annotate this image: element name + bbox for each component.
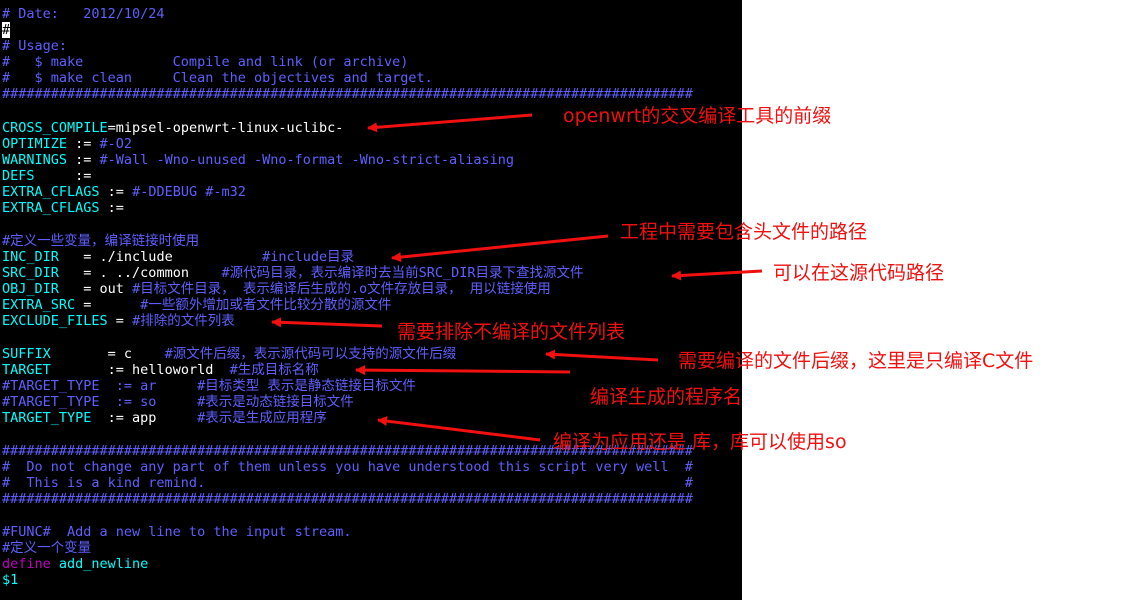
code-comment: # Usage: xyxy=(2,38,68,54)
code-comment: #-Wall -Wno-unused -Wno-format -Wno-stri… xyxy=(99,152,515,168)
code-comment: # Date: 2012/10/24 xyxy=(2,6,165,22)
code-line: EXTRA_CFLAGS := xyxy=(2,200,124,216)
code-comment: #源代码目录，表示编译时去当前SRC_DIR目录下查找源文件 xyxy=(221,265,584,281)
code-comment: ########################################… xyxy=(2,491,693,507)
code-comment: # $ make Compile and link (or archive) xyxy=(2,54,409,70)
code-comment: #源文件后缀，表示源代码可以支持的源文件后缀 xyxy=(164,346,457,362)
code-comment: # $ make clean Clean the objectives and … xyxy=(2,70,433,86)
code-line: EXCLUDE_FILES = #排除的文件列表 xyxy=(2,313,235,329)
code-line: # xyxy=(2,22,11,38)
code-variable: $1 xyxy=(2,572,19,588)
code-line: TARGET_TYPE := app #表示是生成应用程序 xyxy=(2,410,327,426)
code-text: = out xyxy=(58,281,133,297)
code-line: DEFS := xyxy=(2,168,91,184)
code-keyword: define xyxy=(2,556,51,572)
code-variable: DEFS xyxy=(2,168,35,184)
code-variable: OBJ_DIR xyxy=(2,281,59,297)
code-comment: #-O2 xyxy=(99,136,133,152)
ann-target-type: 编译为应用还是 库，库可以使用so xyxy=(553,431,847,453)
code-variable: add_newline xyxy=(50,556,149,572)
code-variable: TARGET xyxy=(2,362,51,378)
code-variable: TARGET_TYPE xyxy=(2,410,92,426)
ann-exclude-files: 需要排除不编译的文件列表 xyxy=(397,321,626,343)
terminal-window[interactable]: # Date: 2012/10/24 # # Usage: # $ make Comp… xyxy=(0,0,742,600)
code-comment: #表示是生成应用程序 xyxy=(197,410,327,426)
code-variable: EXCLUDE_FILES xyxy=(2,313,108,329)
code-line: SUFFIX = c #源文件后缀，表示源代码可以支持的源文件后缀 xyxy=(2,346,456,362)
code-comment: #include目录 xyxy=(262,249,355,265)
code-text: = c xyxy=(50,346,165,362)
code-line: $1 xyxy=(2,572,18,588)
code-line: SRC_DIR = . ../common #源代码目录，表示编译时去当前SRC… xyxy=(2,265,584,281)
code-variable: EXTRA_CFLAGS xyxy=(2,184,100,200)
code-line: define add_newline xyxy=(2,556,148,572)
code-comment: # This is a kind remind. # xyxy=(2,475,693,491)
ann-include-path: 工程中需要包含头文件的路径 xyxy=(620,221,868,243)
ann-source-path: 可以在这源代码路径 xyxy=(773,262,945,284)
code-comment: #FUNC# Add a new line to the input strea… xyxy=(2,524,352,540)
code-variable: WARNINGS xyxy=(2,152,68,168)
code-line: #TARGET_TYPE := ar #目标类型 表示是静态链接目标文件 xyxy=(2,378,416,394)
code-variable: SRC_DIR xyxy=(2,265,59,281)
code-line: CROSS_COMPILE=mipsel-openwrt-linux-uclib… xyxy=(2,120,343,136)
ann-suffix: 需要编译的文件后缀，这里是只编译C文件 xyxy=(678,350,1034,372)
code-line: WARNINGS := #-Wall -Wno-unused -Wno-form… xyxy=(2,152,514,168)
text-cursor: # xyxy=(2,22,11,38)
code-line: # This is a kind remind. # xyxy=(2,475,693,491)
code-line: INC_DIR = ./include #include目录 xyxy=(2,249,354,265)
ann-target-name: 编译生成的程序名 xyxy=(590,386,743,408)
code-line: # Usage: xyxy=(2,38,67,54)
code-line: ########################################… xyxy=(2,491,693,507)
code-comment: #排除的文件列表 xyxy=(132,313,235,329)
code-line: OBJ_DIR = out #目标文件目录， 表示编译后生成的.o文件存放目录，… xyxy=(2,281,551,297)
code-line: # Date: 2012/10/24 xyxy=(2,6,165,22)
code-comment: # Do not change any part of them unless … xyxy=(2,459,693,475)
code-line: EXTRA_CFLAGS := #-DDEBUG #-m32 xyxy=(2,184,246,200)
ann-cross-compile: openwrt的交叉编译工具的前缀 xyxy=(563,105,832,127)
code-line: OPTIMIZE := #-O2 xyxy=(2,136,132,152)
code-text: =mipsel-openwrt-linux-uclibc- xyxy=(107,120,344,136)
code-comment: ########################################… xyxy=(2,86,693,102)
code-line: ########################################… xyxy=(2,86,693,102)
code-text: := helloworld xyxy=(50,362,230,378)
code-line: # $ make clean Clean the objectives and … xyxy=(2,70,433,86)
code-comment: #生成目标名称 xyxy=(229,362,319,378)
code-text: := xyxy=(99,200,124,216)
code-comment: #定义一些变量，编译链接时使用 xyxy=(2,233,200,249)
code-variable: SUFFIX xyxy=(2,346,51,362)
code-comment: #定义一个变量 xyxy=(2,540,92,556)
code-comment: #目标文件目录， 表示编译后生成的.o文件存放目录， 用以链接使用 xyxy=(132,281,551,297)
code-text: = xyxy=(75,297,141,313)
code-line: TARGET := helloworld #生成目标名称 xyxy=(2,362,319,378)
code-variable: INC_DIR xyxy=(2,249,59,265)
code-variable: EXTRA_SRC xyxy=(2,297,76,313)
code-line: #TARGET_TYPE := so #表示是动态链接目标文件 xyxy=(2,394,354,410)
code-text: := xyxy=(99,184,133,200)
code-line: EXTRA_SRC = #一些额外增加或者文件比较分散的源文件 xyxy=(2,297,391,313)
code-text: := xyxy=(34,168,92,184)
code-text: := xyxy=(67,152,100,168)
code-variable: EXTRA_CFLAGS xyxy=(2,200,100,216)
code-text: = xyxy=(107,313,133,329)
code-text: = ./include xyxy=(58,249,263,265)
code-line: #定义一个变量 xyxy=(2,540,91,556)
code-line: #定义一些变量，编译链接时使用 xyxy=(2,233,199,249)
code-comment: #一些额外增加或者文件比较分散的源文件 xyxy=(140,297,392,313)
code-text: := xyxy=(67,136,100,152)
code-variable: CROSS_COMPILE xyxy=(2,120,108,136)
code-comment: #-DDEBUG #-m32 xyxy=(132,184,246,200)
code-text: = . ../common xyxy=(58,265,222,281)
code-line: # Do not change any part of them unless … xyxy=(2,459,693,475)
code-comment: #TARGET_TYPE := ar #目标类型 表示是静态链接目标文件 xyxy=(2,378,416,394)
code-variable: OPTIMIZE xyxy=(2,136,68,152)
code-line: # $ make Compile and link (or archive) xyxy=(2,54,408,70)
code-comment: #TARGET_TYPE := so #表示是动态链接目标文件 xyxy=(2,394,354,410)
code-line: #FUNC# Add a new line to the input strea… xyxy=(2,524,352,540)
code-text: := app xyxy=(91,410,198,426)
